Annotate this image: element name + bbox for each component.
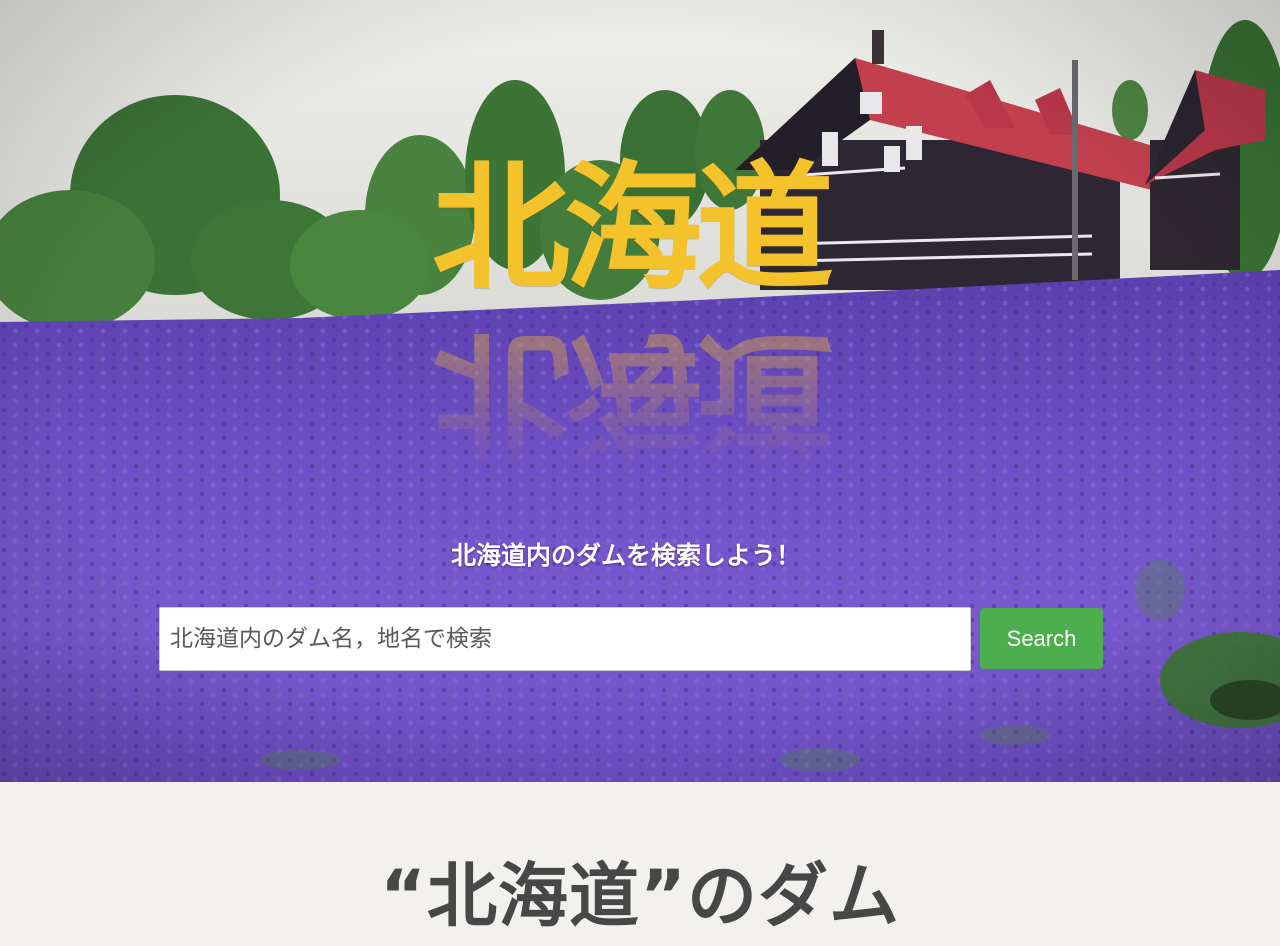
- dam-search-form: Search: [159, 606, 1105, 672]
- section-heading: “北海道”のダム: [379, 855, 900, 937]
- hero-title: 北海道: [431, 146, 834, 309]
- hero-tagline: 北海道内のダムを検索しよう！: [450, 541, 801, 570]
- dam-search-input[interactable]: [159, 607, 971, 671]
- dam-list-section: “北海道”のダム: [0, 782, 1280, 937]
- hero-banner: 北海道 北海道 北海道内のダムを検索しよう！ Search: [0, 0, 1280, 782]
- search-button[interactable]: Search: [980, 608, 1103, 669]
